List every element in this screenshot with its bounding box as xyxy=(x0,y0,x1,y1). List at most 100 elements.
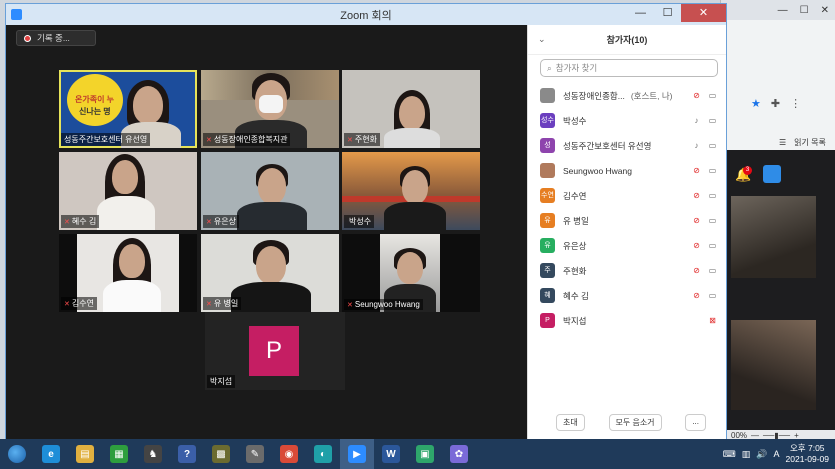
muted-mic-icon[interactable]: ⊘ xyxy=(692,291,701,300)
video-icon[interactable]: ▭ xyxy=(707,291,718,300)
keyboard-icon[interactable]: ⌨ xyxy=(723,449,736,460)
muted-mic-icon[interactable]: ⊘ xyxy=(692,241,701,250)
taskbar-app[interactable]: ▶ xyxy=(340,439,374,469)
help-icon: ? xyxy=(178,445,196,463)
start-button[interactable] xyxy=(0,439,34,469)
person-face xyxy=(402,170,428,204)
person-body xyxy=(237,202,307,230)
video-tile[interactable]: ✕ 유 병일 xyxy=(201,234,339,312)
windows-logo-icon xyxy=(8,445,26,463)
taskbar-app[interactable]: ✿ xyxy=(442,439,476,469)
profile-avatar[interactable] xyxy=(763,165,781,183)
recording-indicator[interactable]: 기록 중... xyxy=(16,30,96,46)
maximize-button[interactable]: ☐ xyxy=(654,4,681,22)
person-body xyxy=(384,202,446,230)
participant-item[interactable]: Seungwoo Hwang ⊘ ▭ xyxy=(528,158,726,183)
tile-name: ✕ 혜수 김 xyxy=(61,215,100,228)
content-thumbnail[interactable] xyxy=(731,196,816,278)
video-tile-avatar[interactable]: P 박지섭 xyxy=(205,312,345,390)
video-icon[interactable]: ▭ xyxy=(707,141,718,150)
video-tile[interactable]: ✕ Seungwoo Hwang xyxy=(342,234,480,312)
participant-item[interactable]: 성수 박성수 ♪ ▭ xyxy=(528,108,726,133)
participant-list: 성동장애인종합... (호스트, 나) ⊘ ▭ 성수 박성수 ♪ ▭ 성 성동주간보호센터 유선영… xyxy=(528,83,726,333)
video-icon[interactable]: ▭ xyxy=(707,216,718,225)
video-icon[interactable]: ▭ xyxy=(707,191,718,200)
invite-button[interactable]: 초대 xyxy=(556,414,585,431)
participant-item[interactable]: 성동장애인종합... (호스트, 나) ⊘ ▭ xyxy=(528,83,726,108)
more-button[interactable]: ... xyxy=(685,414,706,431)
muted-mic-icon[interactable]: ⊘ xyxy=(692,191,701,200)
volume-icon[interactable]: 🔊 xyxy=(756,449,767,460)
video-tile[interactable]: ✕ 유은상 xyxy=(201,152,339,230)
mute-all-button[interactable]: 모두 음소거 xyxy=(608,414,662,431)
muted-mic-icon[interactable]: ⊘ xyxy=(692,266,701,275)
video-tile[interactable]: ✕ 성동장애인종합복지관 xyxy=(201,70,339,148)
video-tile[interactable]: ✕ 혜수 김 xyxy=(59,152,197,230)
reading-list-link[interactable]: 읽기 목록 xyxy=(794,137,826,148)
tile-name: ✕ 김수연 xyxy=(61,297,97,310)
taskbar-app[interactable]: e xyxy=(34,439,68,469)
extensions-icon[interactable]: ✚ xyxy=(771,97,780,110)
taskbar-app[interactable]: W xyxy=(374,439,408,469)
ime-indicator[interactable]: A xyxy=(774,449,780,459)
poster-text: 온가족이 누 xyxy=(75,95,115,104)
participant-item[interactable]: 주 주현화 ⊘ ▭ xyxy=(528,258,726,283)
tile-name: ✕ 유은상 xyxy=(203,215,239,228)
video-tile[interactable]: ✕ 김수연 xyxy=(59,234,197,312)
browser-minimize-button[interactable]: — xyxy=(778,5,788,16)
taskbar-app[interactable]: ✎ xyxy=(238,439,272,469)
taskbar-app[interactable]: ▦ xyxy=(102,439,136,469)
person-body xyxy=(97,196,155,230)
panel-header: ⌄ 참가자(10) xyxy=(528,25,726,55)
taskbar-app[interactable]: ▩ xyxy=(204,439,238,469)
video-icon[interactable]: ▭ xyxy=(707,116,718,125)
taskbar-app[interactable]: ◐ xyxy=(306,439,340,469)
video-icon[interactable]: ▭ xyxy=(707,166,718,175)
participant-item[interactable]: 혜 혜수 김 ⊘ ▭ xyxy=(528,283,726,308)
chevron-down-icon[interactable]: ⌄ xyxy=(538,34,546,45)
taskbar-app[interactable]: ◉ xyxy=(272,439,306,469)
mic-icon[interactable]: ♪ xyxy=(692,116,701,125)
video-off-icon[interactable]: ⊠ xyxy=(707,316,718,325)
palette-icon: ✿ xyxy=(450,445,468,463)
close-button[interactable]: ✕ xyxy=(681,4,726,22)
participant-name: 주현화 xyxy=(563,265,587,276)
content-thumbnail[interactable] xyxy=(731,320,816,410)
video-tile[interactable]: ✕ 주현화 xyxy=(342,70,480,148)
profile-menu-icon[interactable]: ⋮ xyxy=(790,97,801,110)
participant-item[interactable]: P 박지섭 ⊠ xyxy=(528,308,726,333)
clock[interactable]: 오후 7:05 2021-09-09 xyxy=(786,443,829,465)
browser-close-button[interactable]: ✕ xyxy=(821,5,829,16)
video-tile[interactable]: 온가족이 누 신나는 명 성동주간보호센터 유선영 xyxy=(59,70,197,148)
search-placeholder: 참가자 찾기 xyxy=(555,63,598,73)
game2-icon: ▣ xyxy=(416,445,434,463)
taskbar-app[interactable]: ▤ xyxy=(68,439,102,469)
star-icon[interactable]: ★ xyxy=(751,97,761,110)
minimize-button[interactable]: — xyxy=(627,4,654,22)
participant-search-input[interactable]: ⌕ 참가자 찾기 xyxy=(540,59,718,77)
muted-mic-icon: ✕ xyxy=(206,218,212,226)
mic-icon[interactable]: ♪ xyxy=(692,141,701,150)
network-icon[interactable]: ▥ xyxy=(742,449,751,460)
browser-maximize-button[interactable]: ☐ xyxy=(800,5,809,16)
participant-name: 박성수 xyxy=(563,115,587,126)
participant-item[interactable]: 유 유 병일 ⊘ ▭ xyxy=(528,208,726,233)
muted-mic-icon[interactable]: ⊘ xyxy=(692,91,701,100)
video-icon[interactable]: ▭ xyxy=(707,241,718,250)
muted-mic-icon[interactable]: ⊘ xyxy=(692,216,701,225)
video-tile[interactable]: 박성수 xyxy=(342,152,480,230)
video-icon[interactable]: ▭ xyxy=(707,91,718,100)
taskbar-app[interactable]: ? xyxy=(170,439,204,469)
participant-name: 박지섭 xyxy=(563,315,587,326)
participant-item[interactable]: 유 유은상 ⊘ ▭ xyxy=(528,233,726,258)
taskbar-app[interactable]: ♞ xyxy=(136,439,170,469)
video-icon[interactable]: ▭ xyxy=(707,266,718,275)
notification-badge: 3 xyxy=(743,166,752,175)
background-browser-window: — ☐ ✕ ★ ✚ ⋮ ☰ 읽기 목록 🔔 3 xyxy=(720,0,835,432)
muted-mic-icon[interactable]: ⊘ xyxy=(692,166,701,175)
participant-item[interactable]: 수연 김수연 ⊘ ▭ xyxy=(528,183,726,208)
taskbar-app[interactable]: ▣ xyxy=(408,439,442,469)
participant-item[interactable]: 성 성동주간보호센터 유선영 ♪ ▭ xyxy=(528,133,726,158)
zoom-logo-icon xyxy=(11,9,22,20)
zoom-icon: ▶ xyxy=(348,445,366,463)
